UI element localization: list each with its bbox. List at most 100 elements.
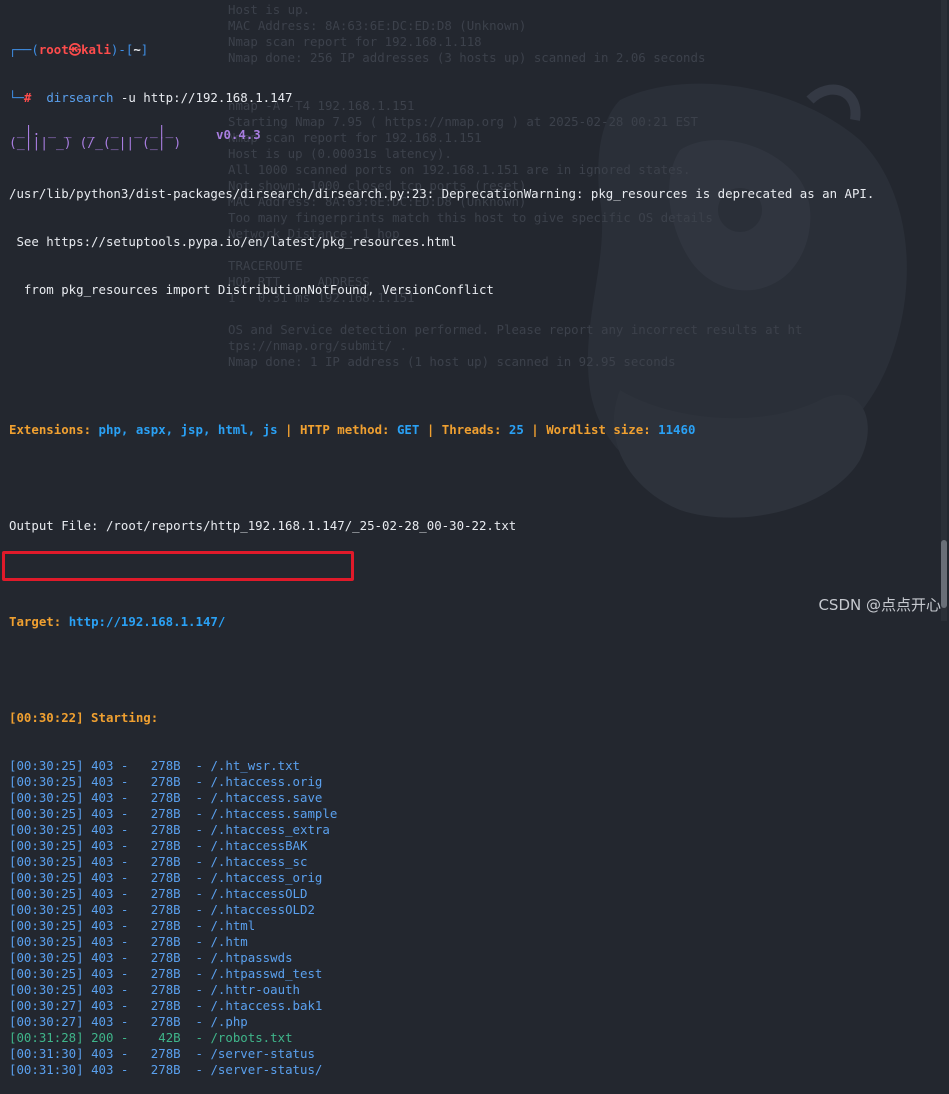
command-name: dirsearch	[46, 90, 114, 105]
prompt-user: root	[38, 42, 69, 57]
result-status: 403	[91, 870, 114, 885]
result-size: 278B	[150, 918, 181, 933]
scrollbar-thumb[interactable]	[941, 540, 947, 608]
target-line: Target: http://192.168.1.147/	[9, 614, 939, 630]
result-time: [00:30:25]	[9, 822, 84, 837]
result-row: [00:30:27] 403 - 278B - /.htaccess.bak1	[9, 998, 323, 1013]
result-time: [00:30:25]	[9, 774, 84, 789]
threads-value: 25	[508, 422, 524, 437]
result-path: /.htpasswd_test	[210, 966, 323, 981]
result-row: [00:30:25] 403 - 278B - /.htaccess_extra	[9, 822, 330, 837]
result-row: [00:30:25] 403 - 278B - /.htpasswd_test	[9, 966, 323, 981]
result-size: 278B	[150, 950, 181, 965]
extensions-value: php, aspx, jsp, html, js	[98, 422, 278, 437]
result-time: [00:30:25]	[9, 966, 84, 981]
result-path: /.htaccess_sc	[210, 854, 308, 869]
result-size: 278B	[150, 886, 181, 901]
result-status: 403	[91, 998, 114, 1013]
result-time: [00:30:25]	[9, 838, 84, 853]
result-time: [00:30:25]	[9, 758, 84, 773]
wordlist-label: Wordlist size:	[546, 422, 651, 437]
result-status: 403	[91, 1014, 114, 1029]
prompt-directory: ~	[133, 42, 141, 57]
result-time: [00:30:27]	[9, 1014, 84, 1029]
warning-line-3: from pkg_resources import DistributionNo…	[9, 282, 494, 297]
prompt-separator: )-[	[110, 42, 134, 57]
warning-line-2: See https://setuptools.pypa.io/en/latest…	[9, 234, 457, 249]
result-status: 403	[91, 950, 114, 965]
result-time: [00:30:25]	[9, 918, 84, 933]
dirsearch-banner-logo: _|. _ _ _ _ _ _|_ (_||| _) (/_(_|| (_| )	[9, 124, 182, 151]
result-status: 403	[91, 822, 114, 837]
scrollbar-track[interactable]	[941, 0, 947, 621]
result-row: [00:30:25] 403 - 278B - /.htaccess.sampl…	[9, 806, 338, 821]
method-value: GET	[396, 422, 420, 437]
result-size: 278B	[150, 982, 181, 997]
result-size: 278B	[150, 758, 181, 773]
result-path: /server-status	[210, 1046, 315, 1061]
result-row: [00:30:25] 403 - 278B - /.htaccess_sc	[9, 854, 308, 869]
result-status: 403	[91, 806, 114, 821]
result-status: 403	[91, 902, 114, 917]
result-path: /.htaccess_orig	[210, 870, 323, 885]
result-time: [00:30:25]	[9, 982, 84, 997]
target-url: http://192.168.1.147/	[68, 614, 226, 629]
result-path: /.htm	[210, 934, 248, 949]
result-status: 403	[91, 774, 114, 789]
result-status: 403	[91, 854, 114, 869]
result-size: 278B	[150, 790, 181, 805]
prompt-line-2: └─# dirsearch -u http://192.168.1.147	[9, 90, 939, 106]
result-path: /.php	[210, 1014, 248, 1029]
result-size: 278B	[150, 1046, 181, 1061]
result-size: 278B	[150, 998, 181, 1013]
result-time: [00:31:28]	[9, 1030, 84, 1045]
result-path: /server-status/	[210, 1062, 323, 1077]
result-path: /.httr-oauth	[210, 982, 300, 997]
result-path: /.htaccess.bak1	[210, 998, 323, 1013]
result-size: 278B	[150, 854, 181, 869]
prompt-bracket: ┌──(	[9, 42, 39, 57]
result-row: [00:30:25] 403 - 278B - /.html	[9, 918, 256, 933]
result-row: [00:31:30] 403 - 278B - /server-status	[9, 1046, 315, 1061]
result-row: [00:30:25] 403 - 278B - /.htaccessBAK	[9, 838, 308, 853]
wordlist-value: 11460	[658, 422, 696, 437]
prompt-host: kali	[81, 42, 111, 57]
result-status: 200	[91, 1030, 114, 1045]
result-size: 278B	[150, 838, 181, 853]
result-status: 403	[91, 758, 114, 773]
result-row: [00:30:25] 403 - 278B - /.htaccess.save	[9, 790, 323, 805]
result-row: [00:31:30] 403 - 278B - /server-status/	[9, 1062, 323, 1077]
config-line: Extensions: php, aspx, jsp, html, js | H…	[9, 422, 696, 437]
result-time: [00:30:25]	[9, 950, 84, 965]
warning-line-1: /usr/lib/python3/dist-packages/dirsearch…	[9, 186, 875, 201]
result-row: [00:30:25] 403 - 278B - /.htaccessOLD	[9, 886, 308, 901]
result-row: [00:30:25] 403 - 278B - /.ht_wsr.txt	[9, 758, 300, 773]
result-time: [00:30:25]	[9, 854, 84, 869]
result-path: /.htaccess.sample	[210, 806, 338, 821]
result-status: 403	[91, 1062, 114, 1077]
result-row: [00:30:25] 403 - 278B - /.htpasswds	[9, 950, 293, 965]
result-size: 278B	[150, 822, 181, 837]
result-path: /.htaccess.save	[210, 790, 323, 805]
result-size: 42B	[150, 1030, 181, 1045]
result-status: 403	[91, 790, 114, 805]
result-size: 278B	[150, 902, 181, 917]
watermark: CSDN @点点开心	[818, 596, 941, 614]
result-status: 403	[91, 1046, 114, 1061]
prompt-bracket-close: ]	[140, 42, 149, 57]
result-time: [00:31:30]	[9, 1062, 84, 1077]
result-path: /.ht_wsr.txt	[210, 758, 300, 773]
result-row: [00:30:25] 403 - 278B - /.htaccess.orig	[9, 774, 323, 789]
result-status: 403	[91, 966, 114, 981]
result-size: 278B	[150, 1014, 181, 1029]
result-time: [00:30:25]	[9, 902, 84, 917]
result-path: /.htaccess.orig	[210, 774, 323, 789]
result-time: [00:30:25]	[9, 934, 84, 949]
result-row: [00:31:28] 200 - 42B - /robots.txt	[9, 1030, 293, 1045]
result-status: 403	[91, 982, 114, 997]
result-size: 278B	[150, 966, 181, 981]
result-row: [00:30:27] 403 - 278B - /.php	[9, 1014, 248, 1029]
banner-version: v0.4.3	[216, 127, 261, 142]
prompt-line-1: ┌──(root㉿kali)-[~]	[9, 42, 939, 58]
result-path: /robots.txt	[210, 1030, 293, 1045]
